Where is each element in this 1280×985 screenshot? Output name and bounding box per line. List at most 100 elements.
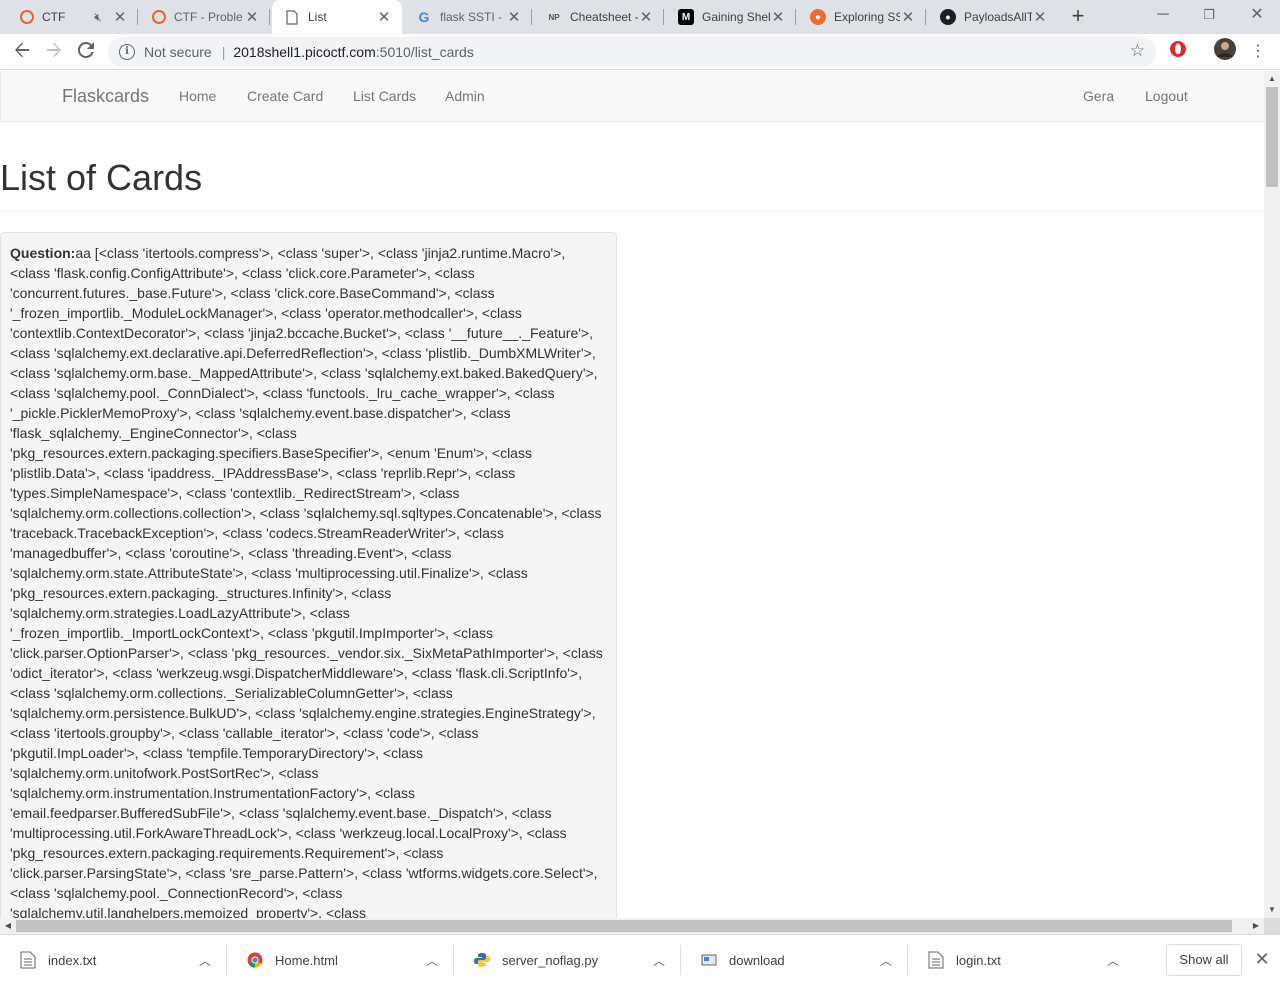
tab-ctf-problems[interactable]: CTF - Proble ✕ xyxy=(140,0,270,34)
download-name: Home.html xyxy=(275,952,338,968)
window-close-button[interactable]: ✕ xyxy=(1234,0,1280,34)
profile-avatar[interactable] xyxy=(1211,38,1239,66)
tab-flask-ssti[interactable]: G flask SSTI - C ✕ xyxy=(404,0,532,34)
tab-list[interactable]: List ✕ xyxy=(272,0,402,34)
ctf-icon xyxy=(20,10,34,24)
python-file-icon xyxy=(474,953,490,967)
opera-icon xyxy=(1170,41,1186,57)
page-viewport: Flaskcards Home Create Card List Cards A… xyxy=(0,71,1264,918)
restore-button[interactable]: ❐ xyxy=(1186,0,1232,34)
page-icon xyxy=(284,9,300,25)
chevron-up-icon[interactable]: ︿ xyxy=(1101,952,1125,969)
download-item[interactable]: download ︿ xyxy=(681,935,908,985)
medium-icon: M xyxy=(678,9,694,25)
info-icon[interactable]: i xyxy=(119,44,135,60)
menu-kebab-icon[interactable]: ⋮ xyxy=(1244,38,1272,66)
tab-exploring-ssti[interactable]: ● Exploring SS ✕ xyxy=(798,0,926,34)
download-name: download xyxy=(729,952,785,968)
tab-title: Cheatsheet - xyxy=(570,10,638,24)
scroll-thumb[interactable] xyxy=(1266,87,1278,187)
tab-title: List xyxy=(308,10,327,24)
question-text: aa [<class 'itertools.compress'>, <class… xyxy=(10,245,603,918)
close-icon[interactable]: ✕ xyxy=(900,8,916,26)
browser-toolbar: i Not secure | 2018shell1.picoctf.com:50… xyxy=(0,34,1280,70)
download-item[interactable]: server_noflag.py ︿ xyxy=(454,935,681,985)
download-name: server_noflag.py xyxy=(502,952,599,968)
tab-gaining-shell[interactable]: M Gaining Shel ✕ xyxy=(666,0,796,34)
forward-button[interactable] xyxy=(40,38,68,66)
tab-title: CTF xyxy=(42,10,66,24)
reload-button[interactable] xyxy=(72,38,100,66)
muted-icon[interactable]: 🔇︎ xyxy=(90,10,106,25)
close-shelf-icon[interactable]: ✕ xyxy=(1252,949,1272,969)
close-icon[interactable]: ✕ xyxy=(506,8,522,26)
scroll-thumb[interactable] xyxy=(16,920,1232,932)
divider: | xyxy=(221,44,226,60)
chrome-file-icon xyxy=(247,952,263,968)
tab-title: Exploring SS xyxy=(834,10,900,24)
tab-cheatsheet[interactable]: NP Cheatsheet - ✕ xyxy=(534,0,664,34)
close-icon[interactable]: ✕ xyxy=(244,8,260,26)
download-shelf: index.txt ︿ Home.html ︿ server_noflag.py… xyxy=(0,934,1280,984)
close-icon[interactable]: ✕ xyxy=(770,8,786,26)
address-bar[interactable]: i Not secure | 2018shell1.picoctf.com:50… xyxy=(108,37,1156,67)
url-host: 2018shell1.picoctf.com xyxy=(233,44,376,60)
tab-title: CTF - Proble xyxy=(174,10,243,24)
brand-link[interactable]: Flaskcards xyxy=(62,71,149,122)
card-well: Question:aa [<class 'itertools.compress'… xyxy=(0,232,617,918)
np-icon: NP xyxy=(548,12,560,22)
opera-extension-button[interactable] xyxy=(1164,38,1192,66)
scroll-up-arrow-icon[interactable]: ▲ xyxy=(1264,71,1280,87)
tab-ctf[interactable]: CTF 🔇︎ ✕ xyxy=(8,0,138,34)
chevron-up-icon[interactable]: ︿ xyxy=(420,952,444,969)
nav-user-gera[interactable]: Gera xyxy=(1083,71,1114,122)
forward-arrow-icon xyxy=(47,42,61,58)
show-all-button[interactable]: Show all xyxy=(1166,944,1242,976)
close-icon[interactable]: ✕ xyxy=(1032,8,1048,26)
back-arrow-icon xyxy=(15,42,29,58)
tab-title: PayloadsAllT xyxy=(964,10,1032,24)
horizontal-scrollbar[interactable]: ◀ ▶ xyxy=(0,918,1264,934)
security-label[interactable]: Not secure xyxy=(144,44,212,60)
url-path: :5010/list_cards xyxy=(375,44,474,60)
bookmark-star-icon[interactable]: ☆ xyxy=(1130,41,1145,61)
scroll-right-arrow-icon[interactable]: ▶ xyxy=(1248,918,1264,934)
chevron-up-icon[interactable]: ︿ xyxy=(874,952,898,969)
divider xyxy=(0,211,1264,212)
chevron-up-icon[interactable]: ︿ xyxy=(193,952,217,969)
exploring-icon: ● xyxy=(810,9,826,25)
scroll-down-arrow-icon[interactable]: ▼ xyxy=(1264,902,1280,918)
tab-strip: CTF 🔇︎ ✕ CTF - Proble ✕ List ✕ G flask S… xyxy=(0,0,1280,34)
chevron-up-icon[interactable]: ︿ xyxy=(647,952,671,969)
download-name: login.txt xyxy=(956,952,1001,968)
back-button[interactable] xyxy=(8,38,36,66)
close-icon[interactable]: ✕ xyxy=(376,8,392,26)
page-title: List of Cards xyxy=(0,157,203,198)
avatar-icon xyxy=(1214,38,1236,60)
ctf-icon xyxy=(152,10,166,24)
tab-title: Gaining Shel xyxy=(702,10,770,24)
site-navbar: Flaskcards Home Create Card List Cards A… xyxy=(0,71,1264,122)
scroll-left-arrow-icon[interactable]: ◀ xyxy=(0,918,16,934)
tab-payloads[interactable]: ● PayloadsAllT ✕ xyxy=(928,0,1058,34)
question-label: Question: xyxy=(10,245,76,261)
nav-create-card[interactable]: Create Card xyxy=(247,71,323,122)
text-file-icon xyxy=(928,951,944,969)
nav-list-cards[interactable]: List Cards xyxy=(353,71,416,122)
close-icon[interactable]: ✕ xyxy=(638,8,654,26)
nav-admin[interactable]: Admin xyxy=(445,71,485,122)
generic-file-icon xyxy=(701,954,717,966)
vertical-scrollbar[interactable]: ▲ ▼ xyxy=(1264,71,1280,918)
download-name: index.txt xyxy=(48,952,97,968)
download-item[interactable]: Home.html ︿ xyxy=(227,935,454,985)
nav-logout[interactable]: Logout xyxy=(1145,71,1188,122)
close-icon[interactable]: ✕ xyxy=(112,8,128,26)
tab-title: flask SSTI - C xyxy=(440,10,506,24)
google-icon: G xyxy=(418,9,430,25)
new-tab-button[interactable]: + xyxy=(1066,5,1090,29)
text-file-icon xyxy=(20,951,36,969)
download-item[interactable]: index.txt ︿ xyxy=(0,935,227,985)
nav-home[interactable]: Home xyxy=(179,71,216,122)
minimize-button[interactable]: ─ xyxy=(1140,0,1186,34)
download-item[interactable]: login.txt ︿ xyxy=(908,935,1135,985)
